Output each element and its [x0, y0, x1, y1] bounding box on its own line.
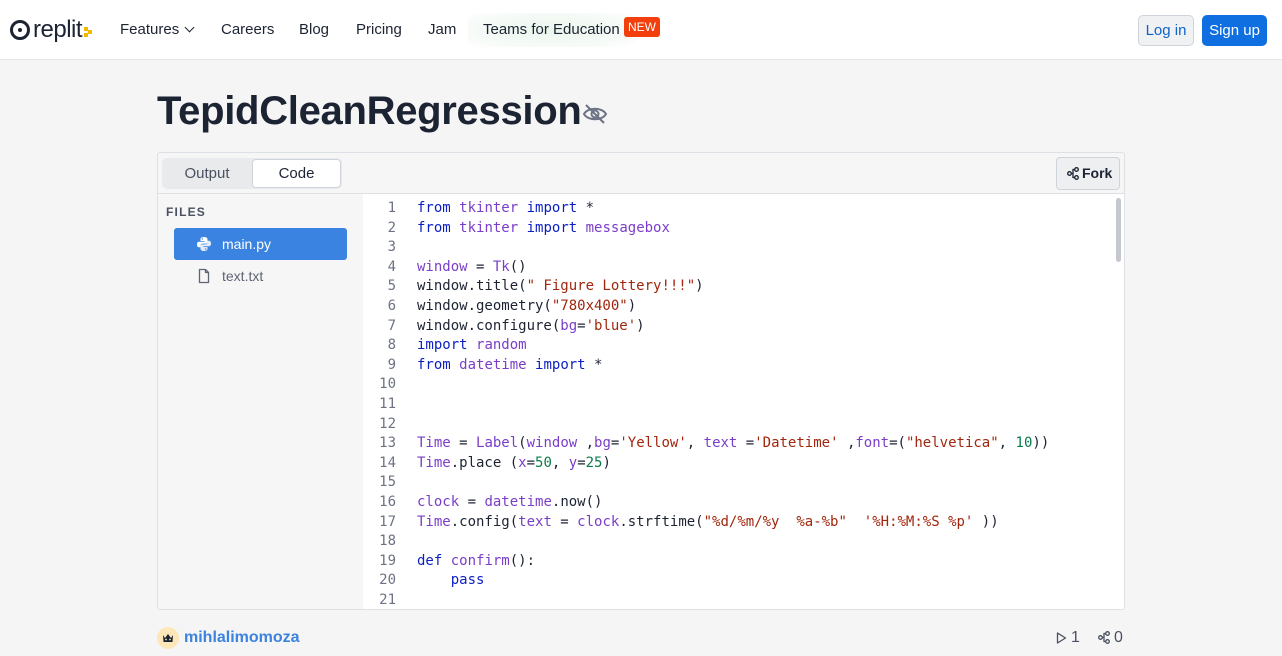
new-badge: NEW	[624, 17, 660, 37]
file-icon	[198, 268, 210, 284]
code-text: Time = Label(window ,bg='Yellow', text =…	[417, 435, 1050, 452]
run-count: 1	[1056, 628, 1080, 648]
file-item-main-py[interactable]: main.py	[174, 228, 347, 260]
code-text: def confirm():	[417, 552, 536, 569]
line-number: 5	[387, 278, 396, 295]
code-text: window = Tk()	[417, 258, 527, 275]
fork-label: Fork	[1082, 165, 1113, 181]
fork-icon	[1098, 631, 1110, 644]
repl-title: TepidCleanRegression	[157, 89, 582, 133]
nav-features-label: Features	[120, 21, 180, 38]
code-text: window.configure(bg='blue')	[417, 317, 645, 334]
code-text: window.geometry("780x400")	[417, 298, 637, 314]
line-number: 4	[387, 258, 396, 275]
tab-code[interactable]: Code	[252, 159, 341, 188]
line-number: 12	[379, 415, 396, 432]
nav-pricing[interactable]: Pricing	[356, 20, 402, 40]
nav-jam[interactable]: Jam	[428, 20, 456, 40]
nav-blog[interactable]: Blog	[299, 20, 329, 40]
code-text: pass	[450, 572, 485, 589]
login-button[interactable]: Log in	[1138, 15, 1194, 46]
run-count-value: 1	[1071, 629, 1080, 646]
line-number: 16	[379, 494, 396, 510]
nav-careers[interactable]: Careers	[221, 20, 274, 40]
line-number: 3	[387, 239, 396, 256]
replit-logo-icon	[10, 20, 30, 40]
code-text: from tkinter import messagebox	[417, 219, 670, 236]
line-number: 14	[379, 454, 396, 471]
line-number: 13	[379, 435, 396, 452]
line-number: 8	[387, 337, 396, 354]
code-text: Time.config(text = clock.strftime("%d/%m…	[417, 513, 999, 530]
panel-header: Output Code Fork	[158, 153, 1124, 194]
nav-teams-for-education[interactable]: Teams for Education	[468, 13, 635, 47]
file-name: main.py	[222, 236, 272, 252]
line-number: 20	[379, 572, 396, 589]
editor-scrollbar[interactable]	[1116, 198, 1121, 262]
code-text: Time.place (x=50, y=25)	[417, 454, 611, 471]
line-number: 15	[379, 474, 396, 491]
eye-off-icon	[582, 104, 608, 124]
line-number: 19	[379, 552, 396, 569]
code-text: clock = datetime.now()	[417, 494, 603, 510]
line-number: 6	[387, 298, 396, 314]
line-number: 1	[387, 200, 396, 216]
code-editor[interactable]: 1 from tkinter import * 2 from tkinter impo…	[363, 194, 1124, 609]
author-link[interactable]: mihlalimomoza	[184, 628, 300, 648]
tab-output[interactable]: Output	[163, 159, 251, 188]
replit-logo[interactable]: replit	[10, 16, 93, 43]
line-number: 18	[379, 533, 396, 550]
fork-count-value: 0	[1114, 629, 1123, 646]
file-item-text-txt[interactable]: text.txt	[174, 260, 347, 292]
line-number: 7	[387, 317, 396, 334]
python-icon	[197, 237, 211, 251]
brand-name: replit	[33, 16, 83, 43]
code-text: import random	[417, 337, 527, 354]
view-tabs: Output Code	[162, 158, 342, 189]
code-text: from datetime import *	[417, 356, 603, 373]
line-number: 2	[387, 219, 396, 236]
line-number: 21	[379, 592, 396, 608]
avatar-icon	[163, 634, 173, 642]
logo-dots-icon	[84, 23, 93, 37]
file-name: text.txt	[222, 268, 264, 284]
line-number: 10	[379, 376, 396, 393]
play-icon	[1056, 632, 1067, 644]
avatar[interactable]	[157, 627, 179, 649]
files-sidebar: FILES main.py text.txt	[158, 194, 363, 609]
line-number: 17	[379, 513, 396, 530]
fork-icon	[1067, 167, 1079, 180]
signup-button[interactable]: Sign up	[1202, 15, 1267, 46]
repl-panel: Output Code Fork FILES main.py text.txt …	[157, 152, 1125, 610]
code-text: window.title(" Figure Lottery!!!")	[417, 278, 704, 295]
top-navigation: replit Features Careers Blog Pricing Jam…	[0, 0, 1282, 60]
fork-count: 0	[1098, 628, 1123, 648]
line-number: 11	[379, 396, 396, 412]
chevron-down-icon	[184, 22, 195, 33]
fork-button[interactable]: Fork	[1056, 157, 1120, 190]
nav-features[interactable]: Features	[120, 20, 195, 40]
line-number: 9	[387, 356, 396, 373]
files-heading: FILES	[166, 205, 207, 219]
code-text: from tkinter import *	[417, 200, 595, 216]
